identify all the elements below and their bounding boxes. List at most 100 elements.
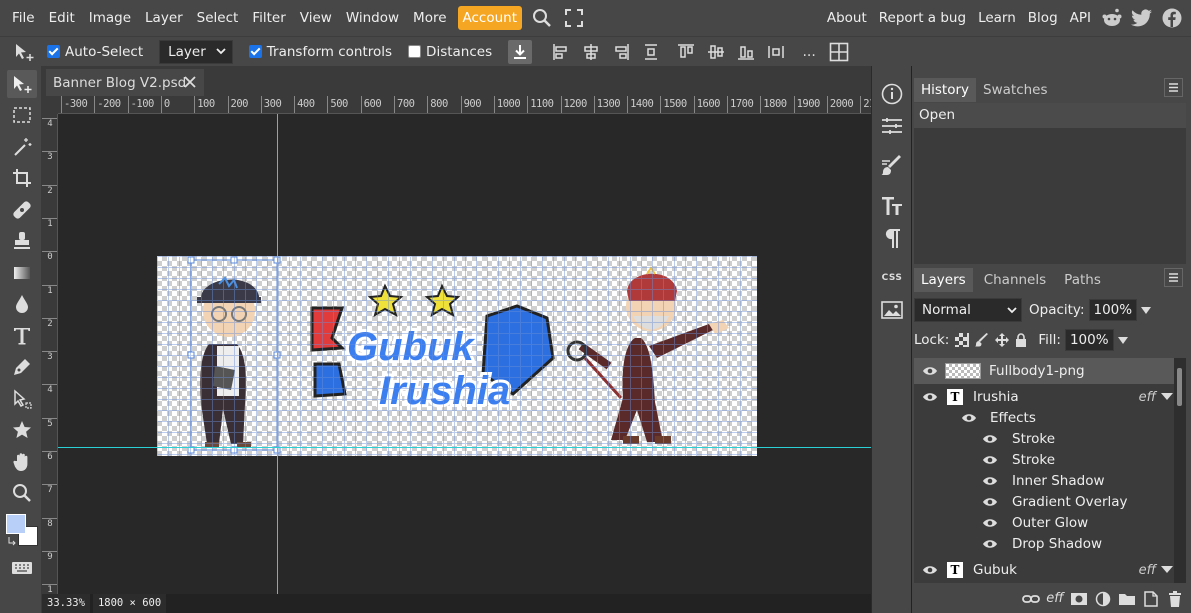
lock-all-icon[interactable] — [1015, 333, 1027, 347]
layers-scrollbar[interactable] — [1174, 358, 1186, 583]
close-icon[interactable] — [182, 74, 198, 90]
type-tool[interactable] — [7, 322, 37, 350]
facebook-icon[interactable] — [1159, 6, 1185, 30]
menu-view[interactable]: View — [293, 6, 339, 30]
expand-effects-icon[interactable] — [1161, 566, 1173, 573]
document-canvas[interactable]: Gubuk Irushia — [157, 256, 757, 456]
auto-select-target-select[interactable]: Layer — [159, 39, 233, 64]
layers-panel-menu-button[interactable] — [1164, 268, 1183, 287]
fill-input[interactable]: 100% — [1064, 329, 1114, 351]
menu-select[interactable]: Select — [190, 6, 246, 30]
blend-mode-select[interactable]: Normal — [914, 298, 1022, 322]
tab-channels[interactable]: Channels — [977, 268, 1053, 292]
pen-tool[interactable] — [7, 353, 37, 381]
hand-tool[interactable] — [7, 448, 37, 476]
shape-tool[interactable] — [7, 416, 37, 444]
opacity-dropdown-icon[interactable] — [1141, 306, 1152, 314]
link-blog[interactable]: Blog — [1022, 6, 1064, 30]
vertical-guide[interactable] — [277, 114, 278, 594]
fullscreen-icon[interactable] — [561, 6, 587, 30]
align-left-icon[interactable] — [549, 40, 573, 64]
menu-edit[interactable]: Edit — [42, 6, 82, 30]
paragraph-panel-button[interactable] — [877, 224, 907, 252]
grid-icon[interactable] — [827, 40, 851, 64]
tab-paths[interactable]: Paths — [1057, 268, 1108, 292]
eye-icon[interactable] — [921, 391, 939, 403]
search-icon[interactable] — [529, 6, 555, 30]
keyboard-tool[interactable] — [7, 554, 37, 582]
align-middle-v-icon[interactable] — [704, 40, 728, 64]
delete-layer-icon[interactable] — [1163, 588, 1187, 610]
css-panel-button[interactable]: CSS — [877, 264, 907, 292]
twitter-icon[interactable] — [1129, 6, 1155, 30]
horizontal-guide[interactable] — [58, 447, 871, 448]
menu-window[interactable]: Window — [339, 6, 406, 30]
character-panel-button[interactable] — [877, 192, 907, 220]
image-panel-button[interactable] — [877, 296, 907, 324]
history-item[interactable]: Open — [914, 103, 1186, 128]
align-top-icon[interactable] — [674, 40, 698, 64]
link-api[interactable]: API — [1064, 6, 1097, 30]
eye-icon[interactable] — [921, 365, 939, 377]
lock-position-icon[interactable] — [995, 333, 1010, 347]
adjustment-layer-icon[interactable] — [1091, 588, 1115, 610]
eye-icon[interactable] — [981, 496, 999, 508]
link-about[interactable]: About — [821, 6, 873, 30]
lock-pixels-icon[interactable] — [975, 333, 989, 347]
eye-icon[interactable] — [981, 475, 999, 487]
distribute-h-icon[interactable] — [639, 40, 663, 64]
auto-select-checkbox[interactable]: Auto-Select — [47, 44, 143, 60]
info-panel-button[interactable] — [877, 80, 907, 108]
gradient-tool[interactable] — [7, 259, 37, 287]
move-tool[interactable] — [7, 70, 37, 98]
align-center-h-icon[interactable] — [579, 40, 603, 64]
lock-transparency-icon[interactable] — [955, 333, 970, 347]
link-report-bug[interactable]: Report a bug — [873, 6, 972, 30]
opacity-input[interactable]: 100% — [1088, 299, 1138, 321]
new-group-icon[interactable] — [1115, 588, 1139, 610]
eye-icon[interactable] — [981, 538, 999, 550]
marquee-tool[interactable] — [7, 101, 37, 129]
distribute-v-icon[interactable] — [764, 40, 788, 64]
crop-tool[interactable] — [7, 164, 37, 192]
effect-row-drop-shadow[interactable]: Drop Shadow — [914, 531, 1176, 557]
tab-swatches[interactable]: Swatches — [976, 78, 1055, 102]
vertical-ruler[interactable]: 432101234567891 — [42, 114, 58, 613]
link-learn[interactable]: Learn — [972, 6, 1022, 30]
layer-effects-badge[interactable]: eff — [1139, 390, 1156, 405]
zoom-level[interactable]: 33.33% — [42, 594, 90, 613]
layer-row-gubuk[interactable]: T Gubuk eff — [914, 557, 1176, 583]
layer-effects-badge[interactable]: eff — [1139, 563, 1156, 578]
scrollbar-thumb[interactable] — [1177, 368, 1182, 406]
history-panel-menu-button[interactable] — [1164, 78, 1183, 97]
more-options-button[interactable]: ... — [797, 40, 821, 64]
expand-effects-icon[interactable] — [1161, 393, 1173, 400]
fill-dropdown-icon[interactable] — [1117, 336, 1128, 344]
blur-tool[interactable] — [7, 290, 37, 318]
stamp-tool[interactable] — [7, 227, 37, 255]
adjustments-panel-button[interactable] — [877, 112, 907, 140]
link-layers-icon[interactable] — [1019, 588, 1043, 610]
layer-row-fullbody[interactable]: Fullbody1-png — [914, 358, 1176, 384]
menu-filter[interactable]: Filter — [245, 6, 292, 30]
document-tab[interactable]: Banner Blog V2.psd — [46, 69, 204, 96]
menu-file[interactable]: File — [5, 6, 42, 30]
menu-layer[interactable]: Layer — [138, 6, 190, 30]
canvas-workspace[interactable]: Gubuk Irushia — [58, 114, 871, 594]
path-select-tool[interactable] — [7, 385, 37, 413]
eye-icon[interactable] — [981, 433, 999, 445]
brush-panel-button[interactable] — [877, 152, 907, 180]
zoom-tool[interactable] — [7, 479, 37, 507]
distances-checkbox[interactable]: Distances — [408, 44, 492, 60]
swap-colors-icon[interactable] — [8, 536, 18, 546]
menu-more[interactable]: More — [406, 6, 453, 30]
download-icon[interactable] — [508, 39, 533, 64]
align-right-icon[interactable] — [609, 40, 633, 64]
eye-icon[interactable] — [960, 412, 978, 424]
layer-effects-button[interactable]: eff — [1043, 588, 1067, 610]
eye-icon[interactable] — [921, 564, 939, 576]
add-mask-icon[interactable] — [1067, 588, 1091, 610]
align-bottom-icon[interactable] — [734, 40, 758, 64]
healing-tool[interactable] — [7, 196, 37, 224]
transform-controls-checkbox[interactable]: Transform controls — [248, 44, 392, 60]
